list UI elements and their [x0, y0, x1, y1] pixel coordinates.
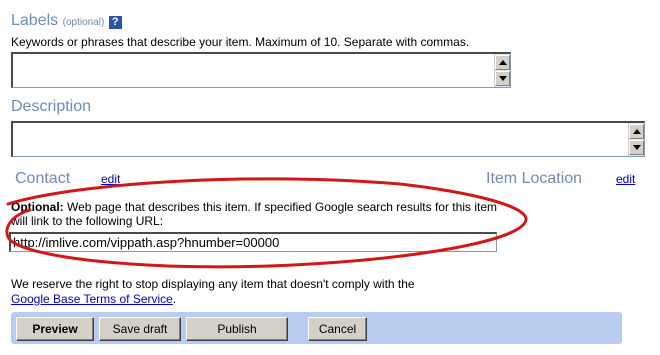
item-location-edit-link[interactable]: edit: [616, 172, 635, 186]
publish-button[interactable]: Publish: [186, 317, 288, 341]
button-bar: Preview Save draft Publish Cancel: [11, 312, 622, 344]
save-draft-button[interactable]: Save draft: [99, 317, 181, 341]
terms-text: We reserve the right to stop displaying …: [11, 277, 415, 291]
scroll-up-icon[interactable]: [495, 55, 510, 70]
cancel-button[interactable]: Cancel: [308, 317, 367, 341]
labels-textarea[interactable]: [11, 52, 511, 88]
scroll-down-icon[interactable]: [495, 71, 510, 86]
description-title: Description: [11, 98, 92, 115]
terms-line: Google Base Terms of Service.: [11, 292, 176, 306]
description-scrollbar[interactable]: [628, 123, 644, 156]
labels-header: Labels (optional) ?: [11, 12, 122, 30]
preview-button[interactable]: Preview: [16, 317, 94, 341]
terms-suffix: .: [172, 292, 177, 306]
labels-scrollbar[interactable]: [494, 54, 510, 87]
scroll-down-icon[interactable]: [629, 140, 644, 155]
description-textarea[interactable]: [11, 121, 645, 157]
labels-optional-note: (optional): [62, 17, 105, 28]
terms-of-service-link[interactable]: Google Base Terms of Service: [11, 292, 173, 306]
labels-title: Labels: [11, 12, 59, 29]
scroll-up-icon[interactable]: [629, 124, 644, 139]
labels-description: Keywords or phrases that describe your i…: [11, 35, 470, 49]
help-icon[interactable]: ?: [108, 16, 122, 29]
annotation-ellipse: [5, 177, 528, 269]
